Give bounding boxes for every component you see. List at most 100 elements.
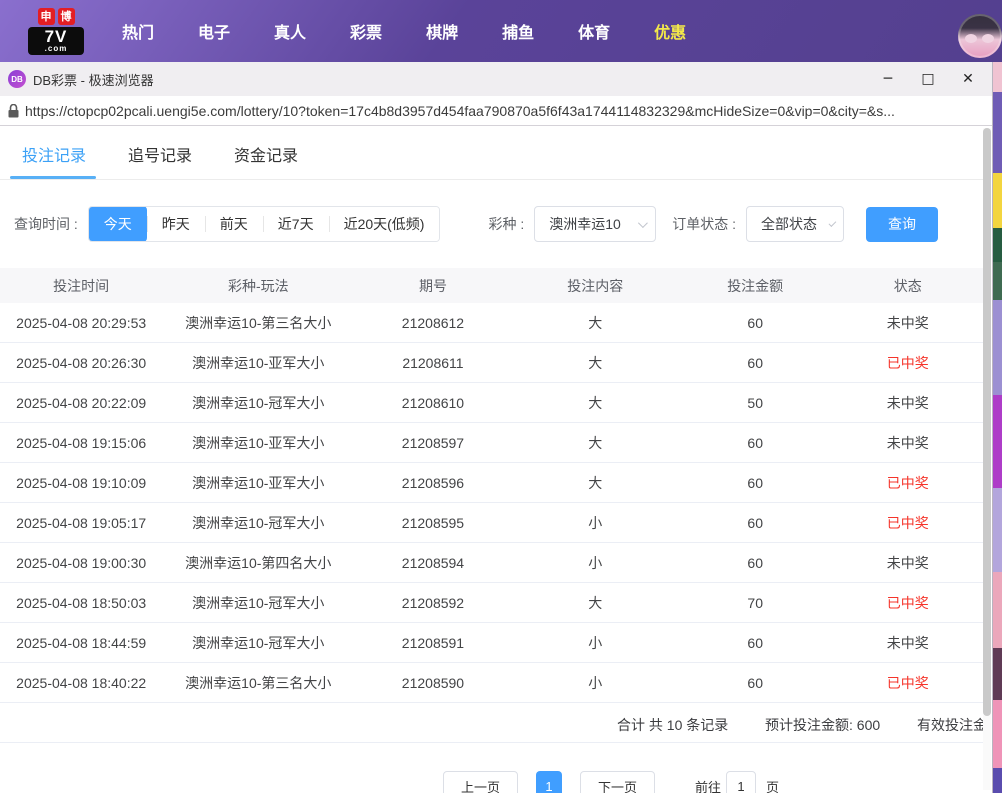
backdrop-strip bbox=[993, 62, 1002, 793]
page-content: 投注记录追号记录资金记录 查询时间 : 今天昨天前天近7天近20天(低频) 彩种… bbox=[0, 126, 992, 793]
cell-content: 大 bbox=[512, 313, 679, 333]
cell-game: 澳洲幸运10-第三名大小 bbox=[162, 673, 354, 693]
user-avatar[interactable] bbox=[958, 14, 1002, 58]
cell-amount: 60 bbox=[679, 355, 832, 371]
cell-status: 已中奖 bbox=[831, 593, 984, 613]
table-row: 2025-04-08 19:00:30澳洲幸运10-第四名大小21208594小… bbox=[0, 543, 984, 583]
backdrop-segment bbox=[993, 262, 1002, 300]
table-header-row: 投注时间彩种-玩法期号投注内容投注金额状态 bbox=[0, 268, 984, 303]
site-logo[interactable]: 申 博 7V .com bbox=[28, 8, 84, 55]
time-filter-button[interactable]: 前天 bbox=[205, 207, 263, 241]
nav-item[interactable]: 体育 bbox=[578, 19, 610, 43]
vertical-scrollbar[interactable] bbox=[983, 128, 991, 790]
window-title: DB彩票 - 极速浏览器 bbox=[33, 70, 154, 89]
cell-status: 未中奖 bbox=[831, 433, 984, 453]
top-navbar: 申 博 7V .com 热门 电子 真人 彩票 棋牌 捕鱼 体育 优惠 bbox=[0, 0, 1002, 62]
cell-game: 澳洲幸运10-冠军大小 bbox=[162, 393, 354, 413]
chevron-down-icon bbox=[638, 218, 648, 228]
logo-main-text: 7V bbox=[45, 28, 68, 45]
column-header: 彩种-玩法 bbox=[162, 276, 354, 296]
current-page-button[interactable]: 1 bbox=[536, 771, 562, 793]
tab[interactable]: 追号记录 bbox=[128, 126, 192, 179]
cell-amount: 70 bbox=[679, 595, 832, 611]
scrollbar-thumb[interactable] bbox=[983, 128, 991, 716]
cell-time: 2025-04-08 20:22:09 bbox=[0, 395, 162, 411]
lottery-select[interactable]: 澳洲幸运10 bbox=[534, 206, 656, 242]
logo-badges: 申 博 bbox=[28, 8, 84, 25]
prev-page-button[interactable]: 上一页 bbox=[443, 771, 518, 793]
backdrop-segment bbox=[993, 768, 1002, 793]
cell-amount: 60 bbox=[679, 515, 832, 531]
cell-status: 已中奖 bbox=[831, 673, 984, 693]
summary-total: 合计 共 10 条记录 bbox=[617, 715, 728, 735]
cell-game: 澳洲幸运10-冠军大小 bbox=[162, 593, 354, 613]
filter-row: 查询时间 : 今天昨天前天近7天近20天(低频) 彩种 : 澳洲幸运10 订单状… bbox=[14, 206, 938, 242]
cell-issue: 21208597 bbox=[354, 435, 511, 451]
cell-status: 未中奖 bbox=[831, 393, 984, 413]
cell-content: 小 bbox=[512, 673, 679, 693]
summary-expected-amount: 预计投注金额: 600 bbox=[765, 715, 880, 735]
backdrop-segment bbox=[993, 648, 1002, 700]
status-select[interactable]: 全部状态 bbox=[746, 206, 844, 242]
table-row: 2025-04-08 20:26:30澳洲幸运10-亚军大小21208611大6… bbox=[0, 343, 984, 383]
summary-valid-amount: 有效投注金额 bbox=[917, 715, 984, 735]
backdrop-segment bbox=[993, 300, 1002, 395]
cell-issue: 21208596 bbox=[354, 475, 511, 491]
cell-issue: 21208595 bbox=[354, 515, 511, 531]
cell-content: 大 bbox=[512, 433, 679, 453]
tab[interactable]: 投注记录 bbox=[22, 126, 86, 179]
cell-time: 2025-04-08 18:40:22 bbox=[0, 675, 162, 691]
nav-item[interactable]: 棋牌 bbox=[426, 19, 458, 43]
nav-item[interactable]: 优惠 bbox=[654, 19, 686, 43]
cell-content: 小 bbox=[512, 513, 679, 533]
cell-status: 已中奖 bbox=[831, 353, 984, 373]
url-bar[interactable]: https://ctopcp02pcali.uengi5e.com/lotter… bbox=[0, 96, 992, 126]
nav-item[interactable]: 彩票 bbox=[350, 19, 382, 43]
cell-status: 未中奖 bbox=[831, 313, 984, 333]
cell-issue: 21208611 bbox=[354, 355, 511, 371]
cell-amount: 60 bbox=[679, 635, 832, 651]
nav-item[interactable]: 捕鱼 bbox=[502, 19, 534, 43]
table-row: 2025-04-08 18:40:22澳洲幸运10-第三名大小21208590小… bbox=[0, 663, 984, 703]
logo-box: 7V .com bbox=[28, 27, 84, 55]
minimize-button[interactable]: ─ bbox=[868, 64, 908, 94]
table-row: 2025-04-08 18:44:59澳洲幸运10-冠军大小21208591小6… bbox=[0, 623, 984, 663]
nav-item[interactable]: 热门 bbox=[122, 19, 154, 43]
time-filter-button[interactable]: 近20天(低频) bbox=[329, 207, 440, 241]
nav-item[interactable]: 真人 bbox=[274, 19, 306, 43]
status-select-value: 全部状态 bbox=[761, 214, 817, 234]
cell-game: 澳洲幸运10-第四名大小 bbox=[162, 553, 354, 573]
query-button[interactable]: 查询 bbox=[866, 207, 938, 242]
cell-content: 大 bbox=[512, 593, 679, 613]
backdrop-segment bbox=[993, 395, 1002, 488]
close-button[interactable]: ✕ bbox=[948, 64, 988, 94]
cell-time: 2025-04-08 20:26:30 bbox=[0, 355, 162, 371]
cell-time: 2025-04-08 19:05:17 bbox=[0, 515, 162, 531]
cell-time: 2025-04-08 18:44:59 bbox=[0, 635, 162, 651]
goto-page-input[interactable] bbox=[726, 771, 756, 793]
tab[interactable]: 资金记录 bbox=[234, 126, 298, 179]
next-page-button[interactable]: 下一页 bbox=[580, 771, 655, 793]
backdrop-segment bbox=[993, 62, 1002, 92]
maximize-button[interactable]: □ bbox=[908, 64, 948, 94]
time-filter-button[interactable]: 昨天 bbox=[147, 207, 205, 241]
cell-time: 2025-04-08 19:15:06 bbox=[0, 435, 162, 451]
time-filter-button[interactable]: 今天 bbox=[89, 206, 147, 242]
topnav-items: 热门 电子 真人 彩票 棋牌 捕鱼 体育 优惠 bbox=[122, 19, 686, 43]
window-controls: ─ □ ✕ bbox=[868, 64, 988, 94]
cell-time: 2025-04-08 19:00:30 bbox=[0, 555, 162, 571]
time-filter-button[interactable]: 近7天 bbox=[263, 207, 329, 241]
nav-item[interactable]: 电子 bbox=[198, 19, 230, 43]
window-titlebar[interactable]: DB DB彩票 - 极速浏览器 ─ □ ✕ bbox=[0, 62, 992, 96]
cell-amount: 60 bbox=[679, 435, 832, 451]
browser-window: DB DB彩票 - 极速浏览器 ─ □ ✕ https://ctopcp02pc… bbox=[0, 62, 993, 793]
column-header: 投注时间 bbox=[0, 276, 162, 296]
backdrop-segment bbox=[993, 92, 1002, 173]
cell-game: 澳洲幸运10-亚军大小 bbox=[162, 473, 354, 493]
backdrop-segment bbox=[993, 572, 1002, 648]
cell-game: 澳洲幸运10-亚军大小 bbox=[162, 433, 354, 453]
cell-issue: 21208590 bbox=[354, 675, 511, 691]
table-body: 2025-04-08 20:29:53澳洲幸运10-第三名大小21208612大… bbox=[0, 303, 984, 703]
logo-badge-bo: 博 bbox=[58, 8, 75, 25]
page-unit-label: 页 bbox=[766, 777, 779, 793]
